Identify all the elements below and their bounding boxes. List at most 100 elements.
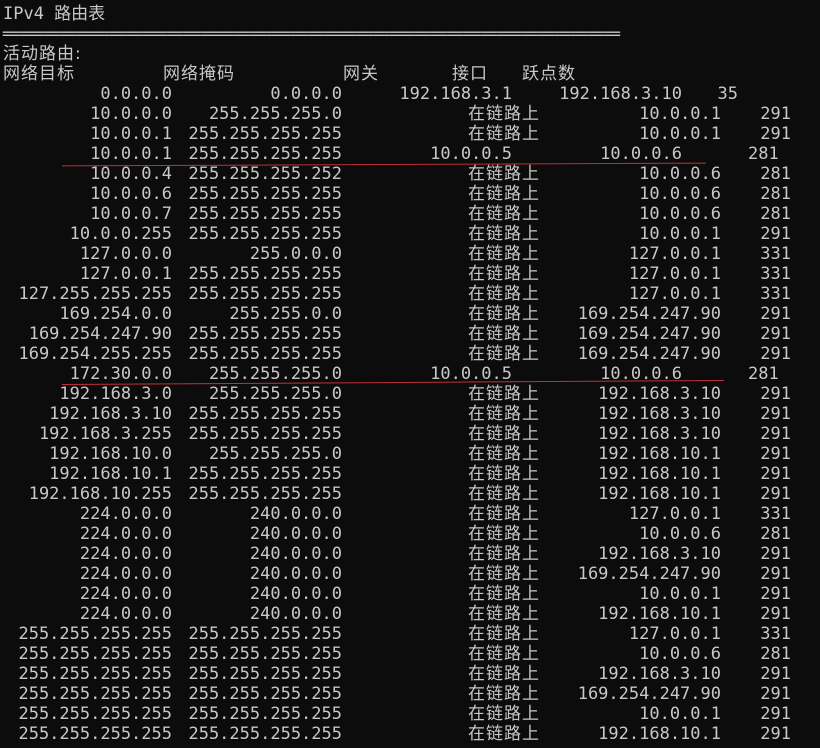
route-gateway: 在链路上	[468, 684, 540, 704]
route-interface: 10.0.0.1	[639, 224, 721, 244]
route-destination: 224.0.0.0	[79, 604, 172, 624]
route-netmask: 255.255.255.255	[188, 664, 342, 684]
route-interface: 169.254.247.90	[577, 304, 721, 324]
route-netmask: 255.0.0.0	[249, 244, 342, 264]
route-interface: 192.168.3.10	[598, 384, 721, 404]
route-netmask: 255.255.255.255	[188, 684, 342, 704]
route-gateway: 在链路上	[468, 504, 540, 524]
route-netmask: 255.255.255.255	[188, 184, 342, 204]
route-gateway: 在链路上	[468, 624, 540, 644]
route-gateway: 在链路上	[468, 404, 540, 424]
route-destination: 169.254.247.90	[28, 324, 172, 344]
route-interface: 10.0.0.6	[639, 524, 721, 544]
route-gateway: 在链路上	[468, 484, 540, 504]
route-destination: 10.0.0.0	[90, 104, 172, 124]
route-netmask: 255.255.255.255	[188, 404, 342, 424]
route-interface: 127.0.0.1	[628, 624, 721, 644]
route-metric: 331	[760, 504, 791, 524]
route-metric: 281	[760, 184, 791, 204]
route-destination: 224.0.0.0	[79, 504, 172, 524]
route-destination: 127.255.255.255	[18, 284, 172, 304]
route-gateway: 在链路上	[468, 524, 540, 544]
route-destination: 255.255.255.255	[18, 664, 172, 684]
route-gateway: 在链路上	[468, 644, 540, 664]
route-gateway: 10.0.0.5	[430, 144, 512, 164]
console-window[interactable]: IPv4 路由表 ===============================…	[0, 0, 820, 748]
route-destination: 127.0.0.0	[79, 244, 172, 264]
route-metric: 281	[760, 164, 791, 184]
route-metric: 291	[760, 304, 791, 324]
route-metric: 35	[717, 84, 738, 104]
route-metric: 291	[760, 104, 791, 124]
route-metric: 291	[760, 564, 791, 584]
route-gateway: 在链路上	[468, 184, 540, 204]
route-interface: 192.168.10.1	[598, 484, 721, 504]
route-netmask: 240.0.0.0	[249, 604, 342, 624]
route-interface: 10.0.0.6	[639, 184, 721, 204]
route-interface: 127.0.0.1	[628, 284, 721, 304]
route-netmask: 0.0.0.0	[270, 84, 342, 104]
route-interface: 192.168.3.10	[598, 664, 721, 684]
route-interface: 10.0.0.1	[639, 704, 721, 724]
route-netmask: 255.255.255.0	[208, 104, 342, 124]
route-gateway: 在链路上	[468, 664, 540, 684]
route-interface: 10.0.0.6	[600, 144, 682, 164]
route-interface: 10.0.0.1	[639, 584, 721, 604]
route-metric: 291	[760, 464, 791, 484]
route-metric: 281	[760, 524, 791, 544]
route-gateway: 在链路上	[468, 384, 540, 404]
route-destination: 255.255.255.255	[18, 724, 172, 744]
route-metric: 331	[760, 244, 791, 264]
route-gateway: 在链路上	[468, 284, 540, 304]
header-netmask: 网络掩码	[163, 64, 235, 84]
route-gateway: 在链路上	[468, 604, 540, 624]
route-gateway: 在链路上	[468, 124, 540, 144]
route-interface: 127.0.0.1	[628, 244, 721, 264]
route-interface: 10.0.0.6	[639, 204, 721, 224]
route-interface: 169.254.247.90	[577, 344, 721, 364]
route-metric: 291	[760, 484, 791, 504]
route-gateway: 在链路上	[468, 204, 540, 224]
route-destination: 224.0.0.0	[79, 524, 172, 544]
route-metric: 281	[748, 144, 779, 164]
route-gateway: 在链路上	[468, 424, 540, 444]
route-netmask: 240.0.0.0	[249, 564, 342, 584]
route-gateway: 在链路上	[468, 224, 540, 244]
route-gateway: 在链路上	[468, 304, 540, 324]
route-gateway: 在链路上	[468, 584, 540, 604]
route-interface: 192.168.10.1	[598, 444, 721, 464]
route-netmask: 240.0.0.0	[249, 524, 342, 544]
route-gateway: 192.168.3.1	[399, 84, 512, 104]
route-interface: 10.0.0.6	[639, 164, 721, 184]
route-destination: 192.168.10.0	[49, 444, 172, 464]
route-destination: 192.168.10.255	[28, 484, 172, 504]
route-table-title: IPv4 路由表	[3, 4, 106, 24]
route-netmask: 255.255.255.255	[188, 704, 342, 724]
route-destination: 255.255.255.255	[18, 644, 172, 664]
route-destination: 192.168.3.10	[49, 404, 172, 424]
route-netmask: 255.255.255.255	[188, 424, 342, 444]
route-destination: 10.0.0.6	[90, 184, 172, 204]
active-routes-caption: 活动路由:	[3, 44, 82, 64]
route-netmask: 255.255.255.255	[188, 204, 342, 224]
route-gateway: 在链路上	[468, 164, 540, 184]
route-netmask: 255.255.255.255	[188, 124, 342, 144]
route-netmask: 255.255.255.0	[208, 364, 342, 384]
route-metric: 291	[760, 384, 791, 404]
route-metric: 291	[760, 664, 791, 684]
route-interface: 10.0.0.6	[639, 644, 721, 664]
route-metric: 331	[760, 284, 791, 304]
route-destination: 255.255.255.255	[18, 684, 172, 704]
route-gateway: 在链路上	[468, 324, 540, 344]
route-interface: 10.0.0.1	[639, 124, 721, 144]
header-destination: 网络目标	[3, 64, 75, 84]
route-metric: 291	[760, 424, 791, 444]
route-interface: 10.0.0.1	[639, 104, 721, 124]
route-destination: 10.0.0.255	[69, 224, 172, 244]
route-destination: 255.255.255.255	[18, 624, 172, 644]
route-interface: 192.168.3.10	[598, 424, 721, 444]
route-destination: 172.30.0.0	[69, 364, 172, 384]
route-metric: 291	[760, 604, 791, 624]
route-netmask: 255.255.255.255	[188, 644, 342, 664]
route-interface: 127.0.0.1	[628, 504, 721, 524]
